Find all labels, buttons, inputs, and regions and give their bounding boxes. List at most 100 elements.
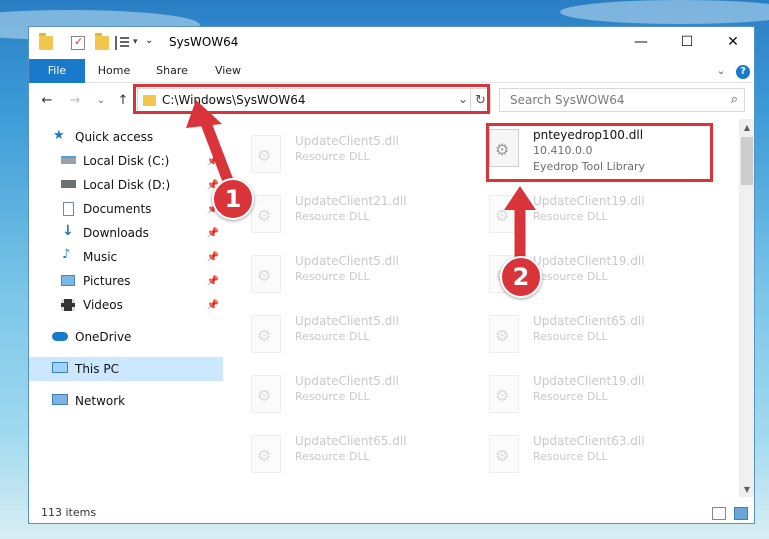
sidebar-item-label: Quick access xyxy=(75,130,154,144)
document-icon xyxy=(63,202,74,216)
file-name: UpdateClient19.dll xyxy=(533,254,645,268)
sidebar-item-network[interactable]: Network xyxy=(29,389,223,413)
title-bar: ✓ ▾ ⌄ SysWOW64 — ☐ ✕ xyxy=(29,27,754,59)
file-name: UpdateClient5.dll xyxy=(295,314,399,328)
file-type: Resource DLL xyxy=(533,210,608,223)
sidebar-item-videos[interactable]: Videos 📌 xyxy=(29,293,223,317)
file-name: UpdateClient19.dll xyxy=(533,374,645,388)
sidebar-item-label: Network xyxy=(75,394,126,408)
file-type: Resource DLL xyxy=(295,390,370,403)
file-type: Resource DLL xyxy=(533,270,608,283)
sidebar-item-label: Local Disk (D:) xyxy=(83,178,171,192)
vertical-scrollbar[interactable]: ▲ ▼ xyxy=(739,119,754,497)
sidebar-item-this-pc[interactable]: This PC xyxy=(29,357,223,381)
back-button[interactable]: ← xyxy=(37,90,57,110)
pin-icon[interactable]: 📌 xyxy=(207,300,219,311)
scroll-thumb[interactable] xyxy=(741,137,753,185)
file-highlight-box xyxy=(486,123,713,182)
properties-icon[interactable]: ✓ xyxy=(71,35,85,50)
maximize-button[interactable]: ☐ xyxy=(664,27,710,57)
file-item[interactable]: UpdateClient5.dll Resource DLL xyxy=(225,369,455,419)
search-icon[interactable]: ⌕ xyxy=(731,92,738,107)
file-type: Resource DLL xyxy=(533,330,608,343)
network-icon xyxy=(52,394,68,405)
sidebar-item-label: Local Disk (C:) xyxy=(83,154,170,168)
scroll-down-icon[interactable]: ▼ xyxy=(739,481,754,497)
drive-icon xyxy=(61,180,76,188)
sidebar-item-local-disk-d[interactable]: Local Disk (D:) 📌 xyxy=(29,173,223,197)
details-view-icon[interactable] xyxy=(712,507,726,520)
computer-icon xyxy=(52,362,68,373)
dll-file-icon xyxy=(251,255,281,293)
dll-file-icon xyxy=(251,195,281,233)
step-marker-2: 2 xyxy=(500,256,542,298)
file-item[interactable]: UpdateClient65.dll Resource DLL xyxy=(463,309,693,359)
tab-file[interactable]: File xyxy=(29,59,85,83)
view-options-icon[interactable] xyxy=(115,36,129,50)
pictures-icon xyxy=(61,275,75,286)
file-item[interactable]: UpdateClient19.dll Resource DLL xyxy=(463,369,693,419)
dll-file-icon xyxy=(251,315,281,353)
dll-file-icon xyxy=(489,315,519,353)
pin-icon[interactable]: 📌 xyxy=(207,156,219,167)
dll-file-icon xyxy=(489,195,519,233)
sidebar-item-music[interactable]: ♪ Music 📌 xyxy=(29,245,223,269)
dll-file-icon xyxy=(251,375,281,413)
file-item[interactable]: UpdateClient5.dll Resource DLL xyxy=(225,129,455,179)
file-name: UpdateClient5.dll xyxy=(295,374,399,388)
step-marker-1: 1 xyxy=(212,178,254,220)
sidebar-item-local-disk-c[interactable]: Local Disk (C:) 📌 xyxy=(29,149,223,173)
search-box[interactable]: Search SysWOW64 ⌕ xyxy=(499,88,745,112)
dll-file-icon xyxy=(251,135,281,173)
status-bar: 113 items xyxy=(29,503,754,523)
file-item[interactable]: UpdateClient21.dll Resource DLL xyxy=(225,189,455,239)
file-type: Resource DLL xyxy=(533,390,608,403)
new-folder-icon[interactable] xyxy=(95,33,109,50)
music-icon: ♪ xyxy=(62,247,71,262)
file-item[interactable]: UpdateClient65.dll Resource DLL xyxy=(225,429,455,479)
video-icon xyxy=(61,299,75,311)
drive-icon xyxy=(61,156,76,164)
cloud-icon xyxy=(52,332,68,341)
file-item[interactable]: UpdateClient63.dll Resource DLL xyxy=(463,429,693,479)
file-item[interactable]: UpdateClient19.dll Resource DLL xyxy=(463,249,693,299)
up-button[interactable]: ↑ xyxy=(113,90,133,110)
download-icon: ↓ xyxy=(62,223,74,239)
file-item[interactable]: UpdateClient5.dll Resource DLL xyxy=(225,309,455,359)
help-icon[interactable]: ? xyxy=(735,59,751,83)
file-name: UpdateClient65.dll xyxy=(295,434,407,448)
close-button[interactable]: ✕ xyxy=(710,27,754,57)
star-icon: ★ xyxy=(53,128,65,143)
scroll-up-icon[interactable]: ▲ xyxy=(739,119,754,135)
dll-file-icon xyxy=(251,435,281,473)
search-input[interactable]: Search SysWOW64 xyxy=(510,93,624,107)
forward-button[interactable]: → xyxy=(65,90,85,110)
address-highlight-box xyxy=(133,84,490,114)
ribbon-tabs: File Home Share View ⌄ ? xyxy=(29,59,754,83)
tab-home[interactable]: Home xyxy=(89,59,139,83)
dll-file-icon xyxy=(489,375,519,413)
recent-locations-button[interactable]: ⌄ xyxy=(91,90,111,110)
pin-icon[interactable]: 📌 xyxy=(207,276,219,287)
sidebar-item-label: Downloads xyxy=(83,226,149,240)
file-name: UpdateClient21.dll xyxy=(295,194,407,208)
file-item[interactable]: UpdateClient5.dll Resource DLL xyxy=(225,249,455,299)
toolbar-dropdown-icon[interactable]: ⌄ xyxy=(145,35,159,49)
file-type: Resource DLL xyxy=(295,270,370,283)
tab-view[interactable]: View xyxy=(203,59,253,83)
ribbon-expand-icon[interactable]: ⌄ xyxy=(713,59,729,83)
sidebar-item-quick-access[interactable]: ★ Quick access xyxy=(29,125,223,149)
sidebar-item-pictures[interactable]: Pictures 📌 xyxy=(29,269,223,293)
pin-icon[interactable]: 📌 xyxy=(207,252,219,263)
tab-share[interactable]: Share xyxy=(147,59,197,83)
sidebar-item-downloads[interactable]: ↓ Downloads 📌 xyxy=(29,221,223,245)
file-type: Resource DLL xyxy=(295,150,370,163)
minimize-button[interactable]: — xyxy=(618,27,664,57)
dll-file-icon xyxy=(489,435,519,473)
sidebar-item-onedrive[interactable]: OneDrive xyxy=(29,325,223,349)
pin-icon[interactable]: 📌 xyxy=(207,228,219,239)
large-icons-view-icon[interactable] xyxy=(734,507,748,520)
sidebar-item-documents[interactable]: Documents 📌 xyxy=(29,197,223,221)
file-item[interactable]: UpdateClient19.dll Resource DLL xyxy=(463,189,693,239)
background-cloud xyxy=(560,0,769,24)
